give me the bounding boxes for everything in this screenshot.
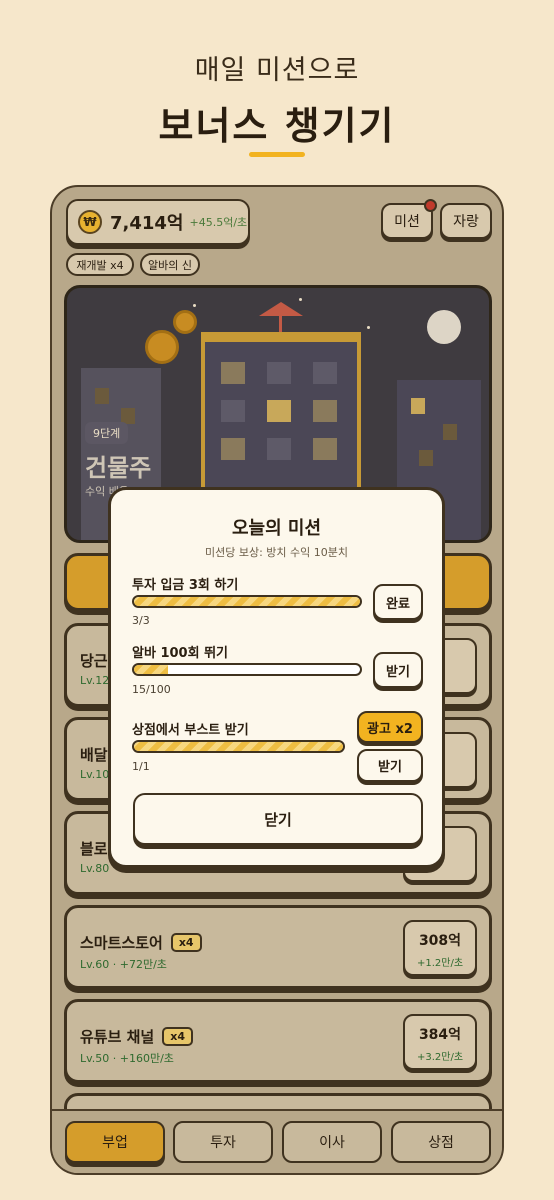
mission-count: 3/3 — [132, 614, 150, 627]
pride-button[interactable]: 자랑 — [440, 203, 492, 239]
mission-progress-fill — [134, 742, 343, 751]
redevelop-chip: 재개발 x4 — [66, 253, 134, 276]
tab-invest[interactable]: 투자 — [173, 1121, 273, 1163]
dialog-title: 오늘의 미션 — [231, 518, 322, 539]
job-multiplier-badge: x4 — [162, 1027, 193, 1046]
job-meta: Lv.80 — [80, 862, 110, 875]
star — [193, 304, 196, 307]
job-meta: Lv.10 — [80, 768, 110, 781]
mission-button[interactable]: 미션 — [381, 199, 437, 239]
mission-progress-bar — [132, 663, 362, 676]
job-multiplier-badge: x4 — [170, 933, 202, 952]
claim-button[interactable]: 받기 — [357, 749, 423, 782]
complete-button[interactable]: 완료 — [373, 584, 423, 620]
title-underline — [249, 152, 305, 157]
money-rate: +45.5억/초 — [189, 216, 248, 229]
part-time-god-chip: 알바의 신 — [140, 253, 200, 276]
job-card: 스마트스토어 x4 Lv.60 · +72만/초 308억 +1.2만/초 — [64, 905, 492, 989]
star — [367, 326, 370, 329]
job-name: 스마트스토어 — [80, 934, 163, 952]
mission-name: 투자 입금 3회 하기 — [132, 578, 239, 593]
mission-progress-fill — [134, 597, 360, 606]
job-buy-button[interactable]: 308억 +1.2만/초 — [403, 920, 477, 976]
tab-move[interactable]: 이사 — [282, 1121, 382, 1163]
job-buy-button[interactable]: 384억 +3.2만/초 — [403, 1014, 477, 1070]
mission-progress-bar — [132, 595, 362, 608]
sun-icon — [145, 330, 179, 364]
job-meta: Lv.50 · +160만/초 — [80, 1052, 174, 1065]
close-button[interactable]: 닫기 — [133, 793, 423, 845]
daily-mission-dialog: 오늘의 미션 미션당 보상: 방치 수익 10분치 투자 입금 3회 하기 3/… — [108, 487, 445, 868]
pride-button-label: 자랑 — [453, 214, 479, 230]
dialog-subtitle: 미션당 보상: 방치 수익 10분치 — [204, 546, 348, 559]
job-name: 블로 — [80, 840, 108, 858]
job-rate-gain: +3.2만/초 — [416, 1052, 464, 1063]
mission-name: 상점에서 부스트 받기 — [132, 723, 249, 738]
money-display: ₩ 7,414억 +45.5억/초 — [66, 199, 250, 245]
mission-name: 알바 100회 뛰기 — [132, 646, 228, 661]
bottom-tab-bar: 부업 투자 이사 상점 — [52, 1109, 502, 1173]
mission-button-label: 미션 — [394, 214, 420, 230]
mission-progress-fill — [134, 665, 168, 674]
promo-title: 보너스 챙기기 — [158, 104, 396, 148]
job-card: 유튜브 채널 x4 Lv.50 · +160만/초 384억 +3.2만/초 — [64, 999, 492, 1083]
star — [299, 298, 302, 301]
job-price: 308억 — [418, 933, 462, 949]
ad-double-button[interactable]: 광고 x2 — [357, 711, 423, 743]
moon-icon — [427, 310, 461, 344]
notification-dot — [424, 199, 437, 212]
tab-side-job[interactable]: 부업 — [65, 1121, 165, 1163]
mission-count: 1/1 — [132, 760, 150, 773]
job-name: 배달 — [80, 746, 108, 764]
job-price: 384억 — [418, 1027, 462, 1043]
mission-progress-bar — [132, 740, 345, 753]
stage-badge: 9단계 — [85, 422, 129, 444]
promo-subtitle: 매일 미션으로 — [194, 55, 360, 86]
sun-icon — [173, 310, 197, 334]
stage-name: 건물주 — [85, 454, 152, 482]
job-name: 당근 — [80, 652, 108, 670]
money-value: 7,414억 — [110, 213, 184, 234]
job-rate-gain: +1.2만/초 — [416, 958, 464, 969]
won-coin-icon: ₩ — [78, 210, 102, 234]
claim-button[interactable]: 받기 — [373, 652, 423, 688]
tab-shop[interactable]: 상점 — [391, 1121, 491, 1163]
job-name: 유튜브 채널 — [80, 1028, 155, 1046]
job-meta: Lv.60 · +72만/초 — [80, 958, 167, 971]
mission-count: 15/100 — [132, 683, 171, 696]
